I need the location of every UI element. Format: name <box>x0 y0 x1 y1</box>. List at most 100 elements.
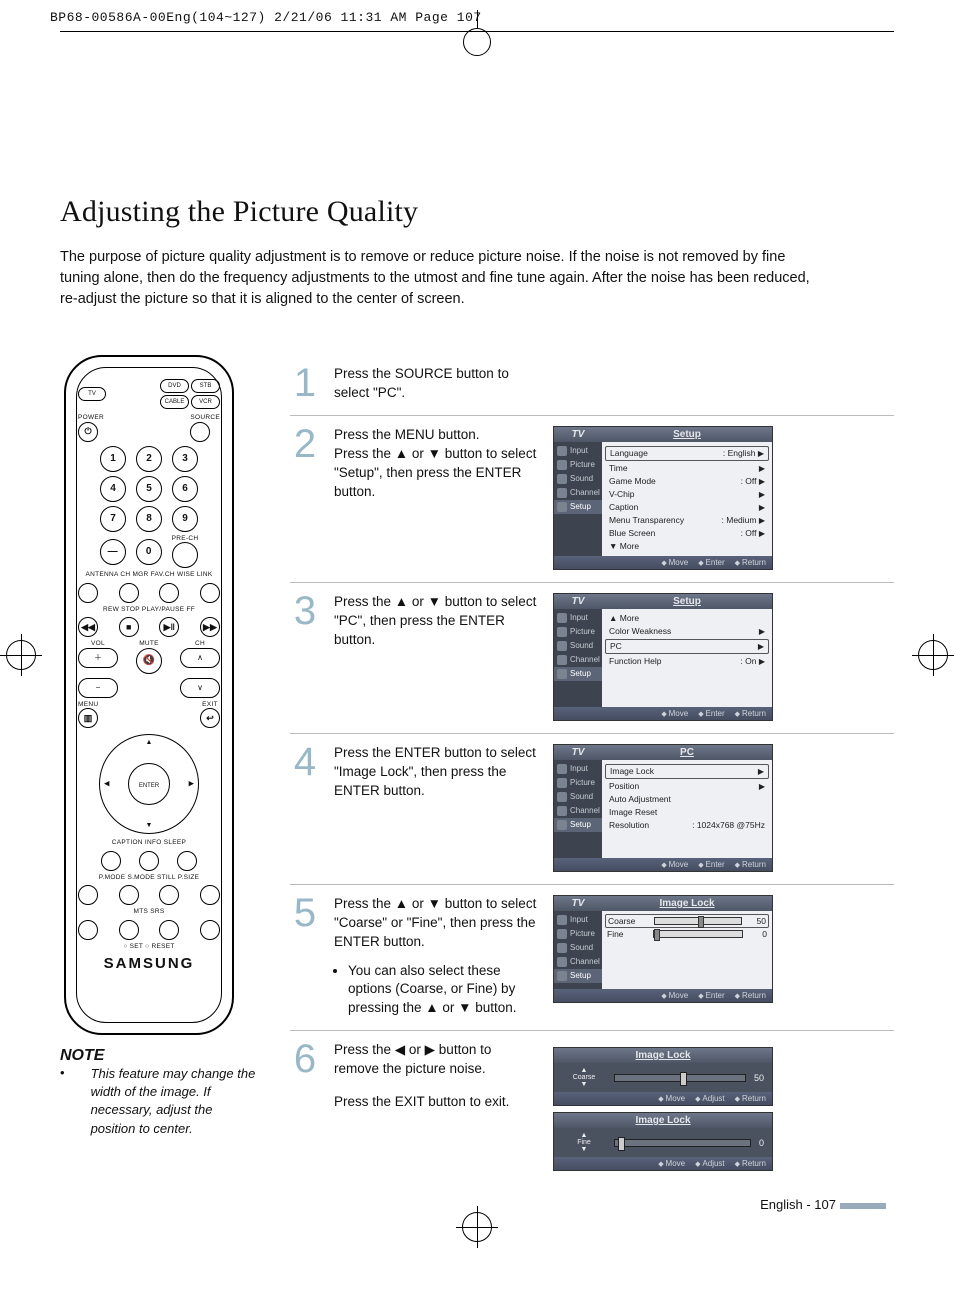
power-label: POWER <box>78 415 104 422</box>
source-label: SOURCE <box>190 415 220 422</box>
intro-paragraph: The purpose of picture quality adjustmen… <box>60 247 820 310</box>
nav-wheel: ▲ ▼ ◀ ▶ ENTER <box>99 734 199 834</box>
caption-button <box>101 851 121 871</box>
step-number: 1 <box>290 365 320 403</box>
step-6: 6 Press the ◀ or ▶ button to remove the … <box>290 1030 894 1183</box>
still-button <box>159 885 179 905</box>
coarse-value: 50 <box>754 1073 764 1083</box>
smode-button <box>119 885 139 905</box>
osd-title: Image Lock <box>554 1115 772 1126</box>
prech-button <box>172 542 198 568</box>
osd-coarse-strip: Image Lock ▲Coarse▼ 50 MoveAdjustReturn <box>553 1047 773 1106</box>
num-4: 4 <box>100 476 126 502</box>
dash-button: — <box>100 539 126 565</box>
wiselink-button <box>200 583 220 603</box>
setup-icon <box>557 502 567 512</box>
osd-tv-label: TV <box>554 429 602 440</box>
step-text: Press the MENU button. Press the ▲ or ▼ … <box>334 427 536 499</box>
play-button: ▶‖ <box>159 617 179 637</box>
osd-setup-1: TVSetup Input Picture Sound Channel Setu… <box>553 426 773 570</box>
menu-label: MENU <box>78 702 98 709</box>
ch-up: ∧ <box>180 648 220 668</box>
step-3: 3 Press the ▲ or ▼ button to select "PC"… <box>290 582 894 733</box>
osd-slider-row: Fine0 <box>605 928 769 940</box>
osd-row: Position ▶ <box>605 780 769 793</box>
sleep-button <box>177 851 197 871</box>
osd-title: Setup <box>602 596 772 607</box>
step-text: Press the ◀ or ▶ button to remove the pi… <box>334 1042 491 1076</box>
cable-button: CABLE <box>160 395 189 409</box>
mute-label: MUTE <box>136 641 162 648</box>
coarse-label: Coarse <box>573 1074 596 1081</box>
osd-title: PC <box>602 747 772 758</box>
vol-down: − <box>78 678 118 698</box>
osd-row: Resolution: 1024x768 @75Hz <box>605 819 769 832</box>
mts-button <box>78 920 98 940</box>
step-number: 3 <box>290 593 320 721</box>
note-body: This feature may change the width of the… <box>91 1065 260 1138</box>
setreset-label: ○ SET ○ RESET <box>78 944 220 951</box>
osd-row: Caption ▶ <box>605 501 769 514</box>
antenna-button <box>78 583 98 603</box>
dvd-button: DVD <box>160 379 189 393</box>
prech-label: PRE-CH <box>172 536 199 543</box>
num-1: 1 <box>100 446 126 472</box>
osd-row: Auto Adjustment <box>605 793 769 806</box>
step-number: 2 <box>290 426 320 570</box>
step-1: 1 Press the SOURCE button to select "PC"… <box>290 355 894 415</box>
step-text: Press the SOURCE button to select "PC". <box>334 366 509 400</box>
osd-row: ▼ More <box>605 540 769 553</box>
osd-row: Blue Screen: Off ▶ <box>605 527 769 540</box>
step-number: 4 <box>290 744 320 872</box>
ch-down: ∨ <box>180 678 220 698</box>
menu-button: ▥ <box>78 708 98 728</box>
osd-return: Return <box>735 558 766 567</box>
pss-row-label: P.MODE S.MODE STILL P.SIZE <box>78 875 220 882</box>
power-button: ⏻ <box>78 422 98 442</box>
step-extra: Press the EXIT button to exit. <box>334 1094 509 1109</box>
source-button <box>190 422 210 442</box>
tv-button: TV <box>78 387 106 401</box>
num-6: 6 <box>172 476 198 502</box>
stop-button: ■ <box>119 617 139 637</box>
step-5: 5 Press the ▲ or ▼ button to select "Coa… <box>290 884 894 1030</box>
remote-illustration: TV DVD STB CABLE VCR <box>64 355 234 1035</box>
osd-row: Function Help: On ▶ <box>605 655 769 668</box>
num-9: 9 <box>172 506 198 532</box>
vol-up: ＋ <box>78 648 118 668</box>
osd-row: V-Chip ▶ <box>605 488 769 501</box>
favch-button <box>159 583 179 603</box>
registration-mark-left <box>6 640 36 670</box>
exit-label: EXIT <box>200 702 220 709</box>
info-button <box>139 851 159 871</box>
num-5: 5 <box>136 476 162 502</box>
fine-label: Fine <box>577 1139 591 1146</box>
osd-fine-strip: Image Lock ▲Fine▼ 0 MoveAdjustReturn <box>553 1112 773 1171</box>
srs-button <box>119 920 139 940</box>
blank2-button <box>200 920 220 940</box>
fine-slider <box>614 1139 751 1147</box>
osd-sidebar: Input Picture Sound Channel Setup <box>554 442 602 556</box>
step-text: Press the ENTER button to select "Image … <box>334 745 536 798</box>
num-7: 7 <box>100 506 126 532</box>
enter-label: ENTER <box>139 783 159 789</box>
step-number: 5 <box>290 895 320 1018</box>
osd-title: Setup <box>602 429 772 440</box>
pmode-button <box>78 885 98 905</box>
num-2: 2 <box>136 446 162 472</box>
sound-icon <box>557 474 567 484</box>
mute-button: 🔇 <box>136 648 162 674</box>
ff-button: ▶▶ <box>200 617 220 637</box>
note-heading: NOTE <box>60 1047 260 1065</box>
crop-mark-center-top <box>464 18 490 44</box>
chmgr-button <box>119 583 139 603</box>
osd-row: Game Mode: Off ▶ <box>605 475 769 488</box>
channel-icon <box>557 488 567 498</box>
bullet-icon: • <box>60 1065 65 1138</box>
registration-mark-right <box>918 640 948 670</box>
step-bullet: You can also select these options (Coars… <box>348 962 539 1019</box>
picture-icon <box>557 460 567 470</box>
num-8: 8 <box>136 506 162 532</box>
cis-row-label: CAPTION INFO SLEEP <box>78 840 220 847</box>
vcr-button: VCR <box>191 395 220 409</box>
